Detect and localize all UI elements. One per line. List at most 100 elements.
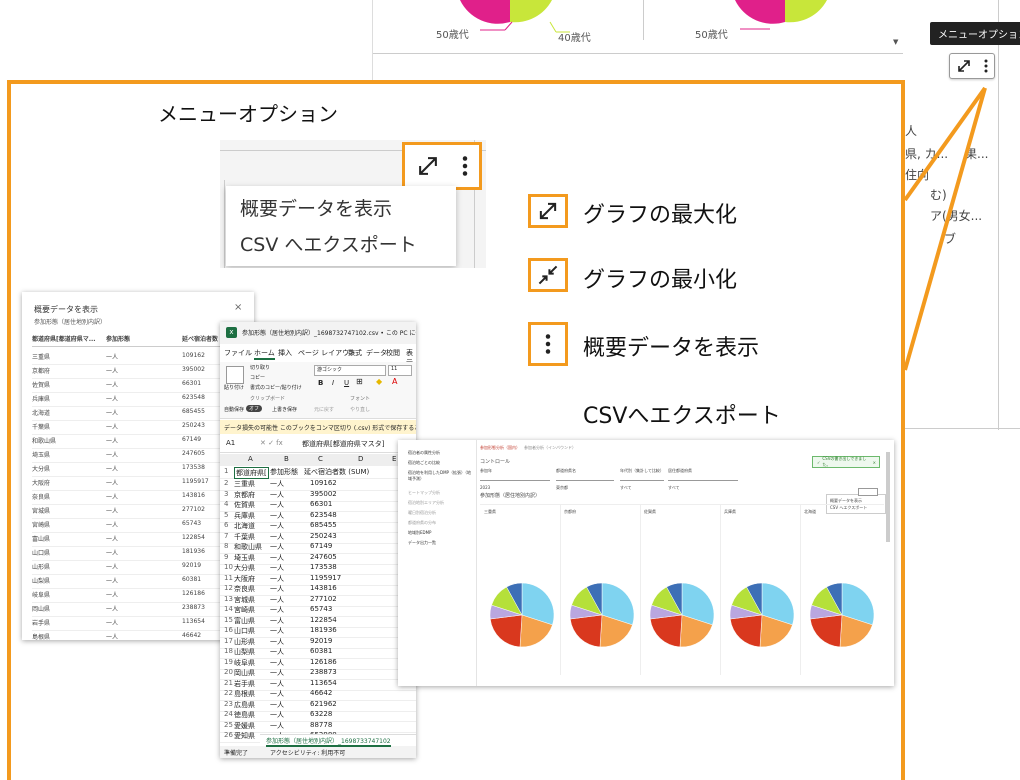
cell[interactable]: 277102 [310,595,337,603]
cell[interactable]: 60381 [310,647,332,655]
cell[interactable]: 一人 [270,532,284,542]
tab-review[interactable]: 校閲 [386,348,400,358]
maximize-icon[interactable] [417,155,439,177]
cell[interactable]: 65743 [310,605,332,613]
cell[interactable]: 埼玉県 [234,553,255,563]
cell[interactable]: 一人 [270,616,284,626]
cell[interactable]: 宮城県 [234,595,255,605]
cell[interactable]: 173538 [310,563,337,571]
font-name-select[interactable]: 游ゴシック [314,365,386,376]
cell[interactable]: 109162 [310,479,337,487]
cell[interactable]: 山形県 [234,637,255,647]
save-button[interactable]: 上書き保存 [272,406,297,413]
cell[interactable]: 一人 [270,521,284,531]
cell[interactable]: 都道府県[ [234,467,269,479]
sidebar-item[interactable]: 宿泊地ごとの比較 [408,460,440,466]
cell[interactable]: 岡山県 [234,668,255,678]
menu-icon-highlight[interactable] [402,142,482,190]
cell[interactable]: 佐賀県 [234,500,255,510]
more-vertical-icon[interactable] [462,155,468,177]
filter-select[interactable]: 2023 [480,474,550,490]
cell[interactable]: 三重県 [234,479,255,489]
cell[interactable]: 岐阜県 [234,658,255,668]
cell[interactable]: 岩手県 [234,679,255,689]
cell[interactable]: 一人 [270,574,284,584]
tab-inbound[interactable]: 参加者分析（インバウンド） [524,445,576,451]
cell[interactable]: 大阪府 [234,574,255,584]
bold-button[interactable]: B [318,379,323,387]
paste-icon[interactable] [226,366,244,384]
cell[interactable]: 143816 [310,584,337,592]
format-painter-button[interactable]: 書式のコピー/貼り付け [250,384,302,391]
border-icon[interactable]: ⊞ [356,377,363,386]
cell[interactable]: 238873 [310,668,337,676]
cell[interactable]: 623548 [310,511,337,519]
formula-input[interactable]: 都道府県[都道府県マスタ] [302,439,384,449]
cell[interactable]: 兵庫県 [234,511,255,521]
cell[interactable]: 一人 [270,626,284,636]
cell[interactable]: 63228 [310,710,332,718]
cell[interactable]: 参加形態 [270,467,298,477]
cell[interactable]: 一人 [270,668,284,678]
sidebar-item[interactable]: 地域別EDMP [408,530,431,536]
sidebar-item[interactable]: 曜日別宿泊分析 [408,510,436,516]
column-header[interactable]: A [248,455,253,463]
cell[interactable]: 一人 [270,542,284,552]
close-icon[interactable]: × [234,302,242,313]
column-header[interactable]: E [392,455,396,463]
cell[interactable]: 広島県 [234,700,255,710]
cell[interactable]: 395002 [310,490,337,498]
cut-button[interactable]: 切り取り [250,364,270,371]
cell[interactable]: 122854 [310,616,337,624]
maximize-icon[interactable] [957,59,971,73]
more-vertical-icon[interactable] [984,59,988,73]
sidebar-item[interactable]: ヒートマップ分析 [408,490,440,496]
undo-button[interactable]: 元に戻す [314,406,334,413]
cell[interactable]: 250243 [310,532,337,540]
cell[interactable]: 北海道 [234,521,255,531]
cell[interactable]: 宮崎県 [234,605,255,615]
cell[interactable]: 千葉県 [234,532,255,542]
underline-button[interactable]: U [344,379,349,387]
column-header[interactable]: C [318,455,323,463]
cell[interactable]: 一人 [270,679,284,689]
cell[interactable]: 徳島県 [234,710,255,720]
cell-reference[interactable]: A1 [226,439,235,447]
cell[interactable]: 一人 [270,689,284,699]
tab-insert[interactable]: 挿入 [278,348,292,358]
cell[interactable]: 一人 [270,490,284,500]
cell[interactable]: 一人 [270,595,284,605]
redo-button[interactable]: やり直し [350,406,370,413]
cell[interactable]: 66301 [310,500,332,508]
sheet-tab[interactable]: 参加形態（居住地別内訳）_1698733747102 [266,736,391,747]
fill-color-icon[interactable]: ◆ [376,377,382,386]
filter-select[interactable]: すべて [668,474,738,490]
cell[interactable]: 一人 [270,721,284,731]
cell[interactable]: 和歌山県 [234,542,262,552]
chart-menu-button[interactable] [858,488,878,496]
cell[interactable]: 一人 [270,511,284,521]
filter-select[interactable]: すべて [620,474,664,490]
cell[interactable]: 一人 [270,700,284,710]
menu-options-button[interactable] [949,53,995,79]
cell[interactable]: 一人 [270,479,284,489]
cell[interactable]: 山梨県 [234,647,255,657]
cell[interactable]: 621962 [310,700,337,708]
tab-data[interactable]: データ [366,348,387,358]
cell[interactable]: 一人 [270,584,284,594]
cell[interactable]: 山口県 [234,626,255,636]
cell[interactable]: 一人 [270,553,284,563]
cell[interactable]: 京都府 [234,490,255,500]
cell[interactable]: 大分県 [234,563,255,573]
cell[interactable]: 富山県 [234,616,255,626]
cell[interactable]: 一人 [270,647,284,657]
cell[interactable]: 247605 [310,553,337,561]
column-header[interactable]: D [358,455,363,463]
close-icon[interactable]: × [873,460,879,465]
sidebar-item[interactable]: 都道府県の分布 [408,520,436,526]
tab-formulas[interactable]: 数式 [348,348,362,358]
cell[interactable]: 92019 [310,637,332,645]
tab-file[interactable]: ファイル [224,348,252,358]
cell[interactable]: 一人 [270,563,284,573]
cell[interactable]: 愛知県 [234,731,255,741]
